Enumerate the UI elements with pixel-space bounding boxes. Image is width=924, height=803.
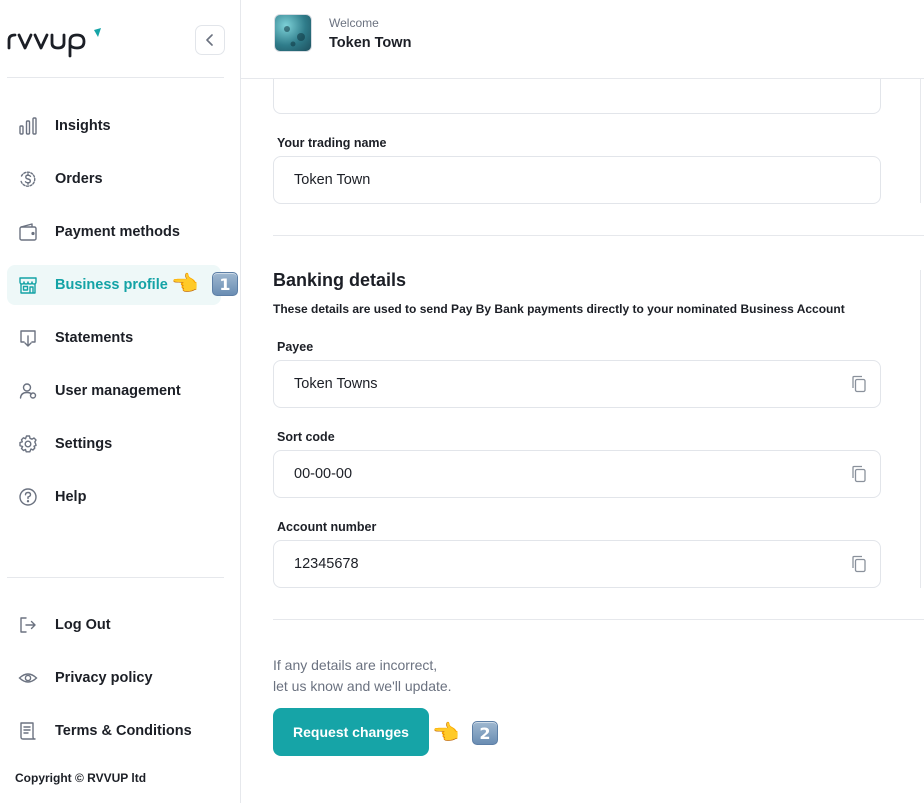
storefront-icon bbox=[19, 277, 37, 294]
sidebar-item-label: Log Out bbox=[55, 617, 111, 633]
note-line-2: let us know and we'll update. bbox=[273, 678, 452, 694]
logout-icon bbox=[20, 617, 36, 633]
content-edge bbox=[920, 79, 921, 203]
company-name: Token Town bbox=[329, 35, 412, 51]
dollar-refresh-icon bbox=[20, 171, 36, 187]
sidebar-item-label: Terms & Conditions bbox=[55, 723, 192, 739]
account-number-label: Account number bbox=[277, 520, 377, 534]
sidebar-item-privacy-policy[interactable]: Privacy policy bbox=[7, 658, 221, 698]
trading-name-label: Your trading name bbox=[277, 136, 387, 150]
sidebar-item-statements[interactable]: Statements bbox=[7, 318, 221, 358]
sidebar-divider bbox=[7, 577, 224, 578]
pointing-hand-icon: 👈 bbox=[432, 720, 460, 745]
sidebar-item-insights[interactable]: Insights bbox=[7, 106, 221, 146]
trading-name-value: Token Town bbox=[294, 172, 371, 188]
sidebar-item-user-management[interactable]: User management bbox=[7, 371, 221, 411]
sort-code-value: 00-00-00 bbox=[294, 466, 353, 482]
step-badge-1: 1 bbox=[212, 272, 238, 296]
chevron-left-icon bbox=[206, 34, 213, 46]
collapse-sidebar-button[interactable] bbox=[195, 25, 225, 55]
sidebar-item-help[interactable]: Help bbox=[7, 477, 221, 517]
sidebar-item-label: Help bbox=[55, 489, 87, 505]
pointing-hand-icon: 👈 bbox=[171, 271, 199, 296]
business-avatar[interactable] bbox=[274, 14, 312, 52]
payee-field[interactable]: Token Towns bbox=[273, 360, 881, 408]
incorrect-details-note: If any details are incorrect, let us kno… bbox=[273, 655, 452, 697]
sidebar-item-terms-conditions[interactable]: Terms & Conditions bbox=[7, 711, 221, 751]
users-icon bbox=[19, 383, 37, 399]
gear-icon bbox=[19, 435, 37, 453]
sidebar-item-label: Business profile bbox=[55, 277, 168, 293]
sidebar-item-log-out[interactable]: Log Out bbox=[7, 605, 221, 645]
sidebar-item-payment-methods[interactable]: Payment methods bbox=[7, 212, 221, 252]
top-header: Welcome Token Town bbox=[241, 0, 924, 79]
sidebar: Insights Orders Payment methods Business… bbox=[0, 0, 241, 803]
copyright-text: Copyright © RVVUP ltd bbox=[15, 771, 147, 785]
welcome-label: Welcome bbox=[329, 16, 379, 30]
account-number-field[interactable]: 12345678 bbox=[273, 540, 881, 588]
help-circle-icon bbox=[19, 488, 37, 506]
step-badge-2: 2 bbox=[472, 721, 498, 745]
copy-icon[interactable] bbox=[850, 375, 868, 393]
sidebar-item-orders[interactable]: Orders bbox=[7, 159, 221, 199]
payee-label: Payee bbox=[277, 340, 314, 354]
sidebar-item-label: Insights bbox=[55, 118, 111, 134]
sort-code-field[interactable]: 00-00-00 bbox=[273, 450, 881, 498]
copy-icon[interactable] bbox=[850, 465, 868, 483]
trading-name-input[interactable]: Token Town bbox=[273, 156, 881, 204]
note-line-1: If any details are incorrect, bbox=[273, 657, 438, 673]
wallet-icon bbox=[19, 223, 37, 241]
eye-icon bbox=[18, 673, 38, 683]
section-divider bbox=[273, 235, 924, 236]
sort-code-label: Sort code bbox=[277, 430, 335, 444]
banking-details-description: These details are used to send Pay By Ba… bbox=[273, 302, 845, 316]
bar-chart-icon bbox=[19, 117, 37, 135]
sidebar-item-label: Orders bbox=[55, 171, 103, 187]
statement-download-icon bbox=[20, 330, 36, 347]
avatar-image bbox=[284, 26, 305, 47]
content-edge bbox=[920, 270, 921, 588]
copy-icon[interactable] bbox=[850, 555, 868, 573]
sidebar-divider bbox=[7, 77, 224, 78]
sidebar-item-label: Privacy policy bbox=[55, 670, 153, 686]
sidebar-item-settings[interactable]: Settings bbox=[7, 424, 221, 464]
sidebar-item-label: Settings bbox=[55, 436, 113, 452]
request-changes-button[interactable]: Request changes bbox=[273, 708, 429, 756]
banking-details-title: Banking details bbox=[273, 270, 407, 290]
sidebar-item-label: Payment methods bbox=[55, 224, 180, 240]
previous-field-input[interactable] bbox=[273, 79, 881, 114]
document-icon bbox=[20, 722, 36, 740]
sidebar-item-label: Statements bbox=[55, 330, 134, 346]
payee-value: Token Towns bbox=[294, 376, 378, 392]
sidebar-item-label: User management bbox=[55, 383, 181, 399]
section-divider bbox=[273, 619, 924, 620]
rvvup-logo[interactable] bbox=[6, 24, 106, 60]
account-number-value: 12345678 bbox=[294, 556, 359, 572]
